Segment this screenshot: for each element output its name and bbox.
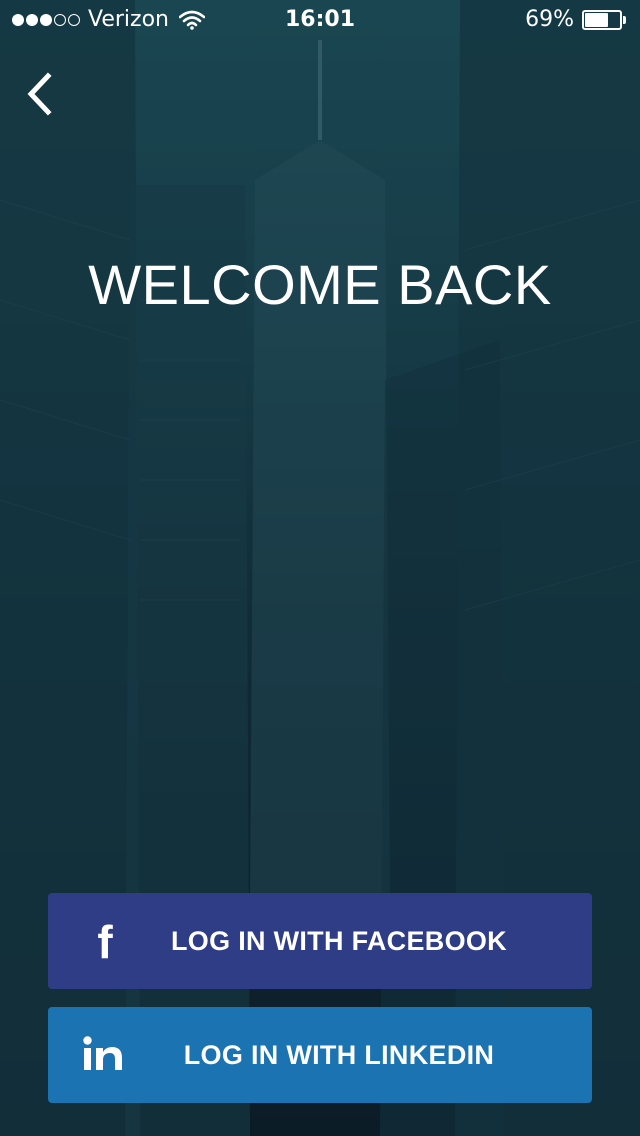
page-title: WELCOME BACK (88, 253, 552, 316)
chevron-left-icon (27, 72, 52, 116)
facebook-login-label: LOG IN WITH FACEBOOK (171, 926, 507, 956)
status-bar: Verizon 16:01 69% (0, 0, 640, 40)
status-right: 69% (525, 0, 628, 40)
linkedin-login-label: LOG IN WITH LINKEDIN (183, 1040, 495, 1070)
facebook-login-button[interactable]: f LOG IN WITH FACEBOOK (48, 893, 592, 989)
linkedin-login-button[interactable]: LOG IN WITH LINKEDIN (48, 1007, 592, 1103)
battery-percent: 69% (525, 7, 574, 32)
battery-icon (582, 10, 628, 30)
back-button[interactable] (20, 68, 64, 122)
